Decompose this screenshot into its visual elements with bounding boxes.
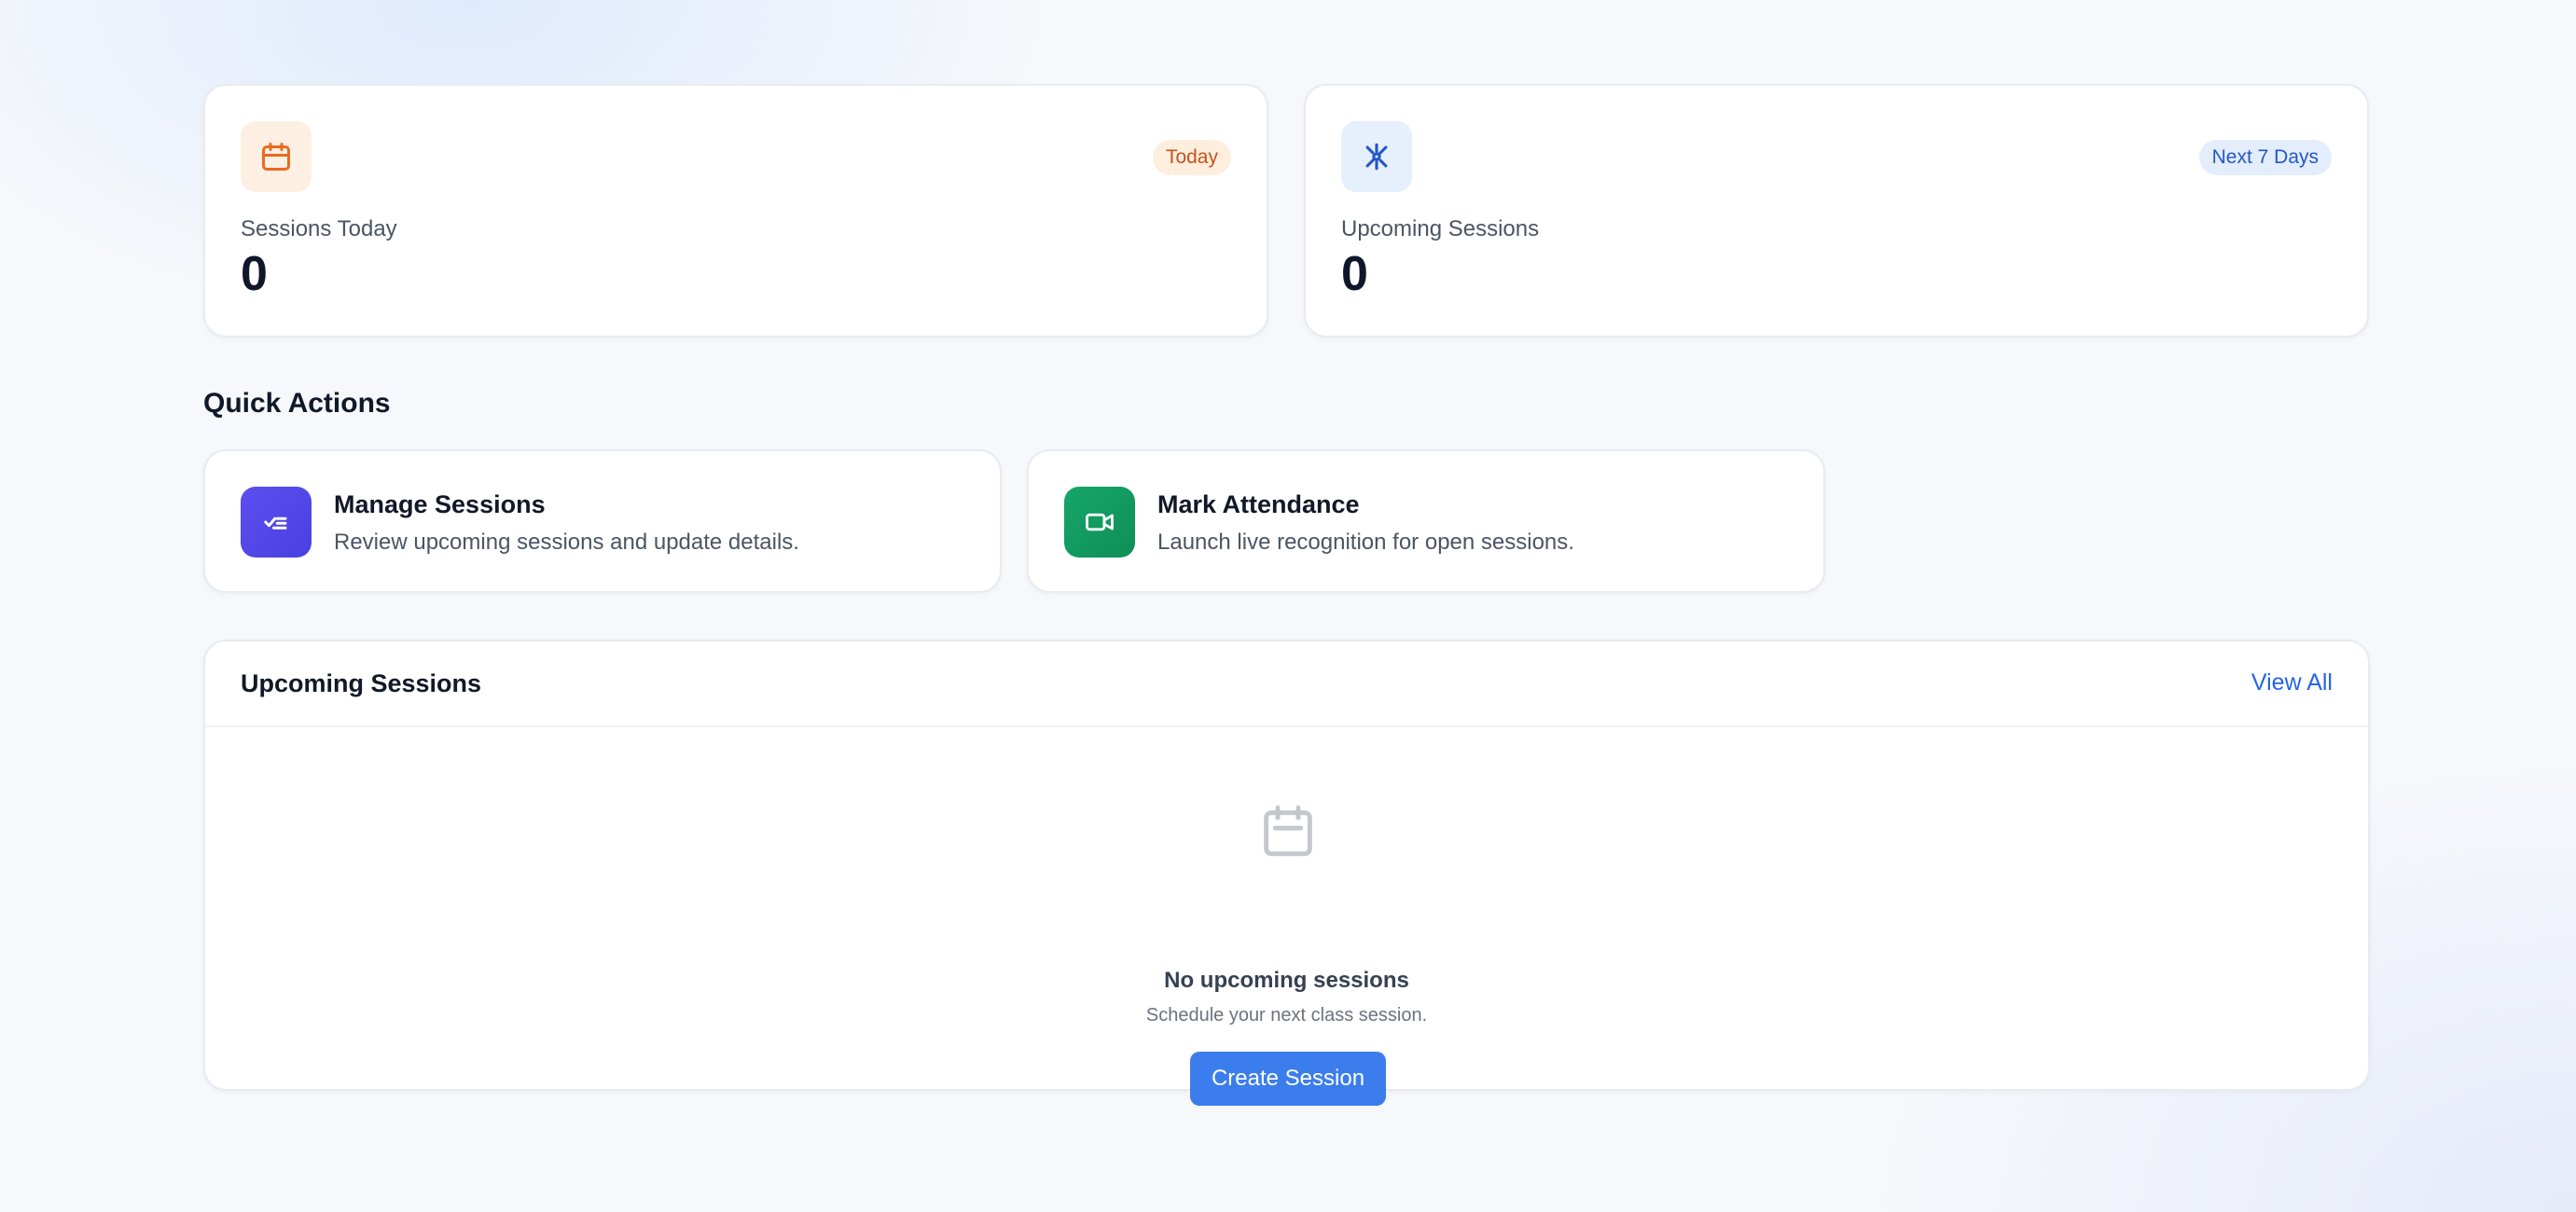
mark-attendance-action[interactable]: Mark Attendance Launch live recognition …: [1027, 449, 1825, 593]
mark-attendance-description: Launch live recognition for open session…: [1157, 530, 1574, 555]
empty-state-subtitle: Schedule your next class session.: [1145, 1005, 1428, 1026]
sessions-today-card: Today Sessions Today 0: [203, 84, 1268, 337]
today-badge: Today: [1152, 140, 1231, 175]
video-camera-icon: [1064, 487, 1135, 558]
manage-sessions-description: Review upcoming sessions and update deta…: [334, 530, 799, 555]
manage-sessions-action[interactable]: Manage Sessions Review upcoming sessions…: [203, 449, 1002, 593]
upcoming-sessions-heading: Upcoming Sessions: [241, 669, 482, 697]
empty-calendar-icon: [1257, 800, 1319, 866]
panel-header: Upcoming Sessions View All: [205, 641, 2368, 727]
mark-attendance-title: Mark Attendance: [1157, 490, 1360, 518]
quick-actions-heading: Quick Actions: [203, 388, 391, 419]
upcoming-sessions-card: Next 7 Days Upcoming Sessions 0: [1304, 84, 2369, 337]
upcoming-sessions-label: Upcoming Sessions: [1341, 216, 1540, 241]
next-7-days-badge: Next 7 Days: [2198, 140, 2332, 175]
create-session-button[interactable]: Create Session: [1190, 1052, 1386, 1106]
calendar-icon: [241, 121, 312, 192]
sessions-today-label: Sessions Today: [241, 216, 397, 241]
empty-state-title: No upcoming sessions: [1164, 968, 1409, 993]
view-all-link[interactable]: View All: [2251, 669, 2333, 696]
manage-sessions-title: Manage Sessions: [334, 490, 546, 518]
sparkle-icon: [1341, 121, 1412, 192]
sessions-today-count: 0: [241, 247, 268, 301]
upcoming-sessions-count: 0: [1341, 247, 1368, 301]
checklist-icon: [241, 487, 312, 558]
upcoming-sessions-panel: Upcoming Sessions View All No upcoming s…: [203, 640, 2370, 1106]
